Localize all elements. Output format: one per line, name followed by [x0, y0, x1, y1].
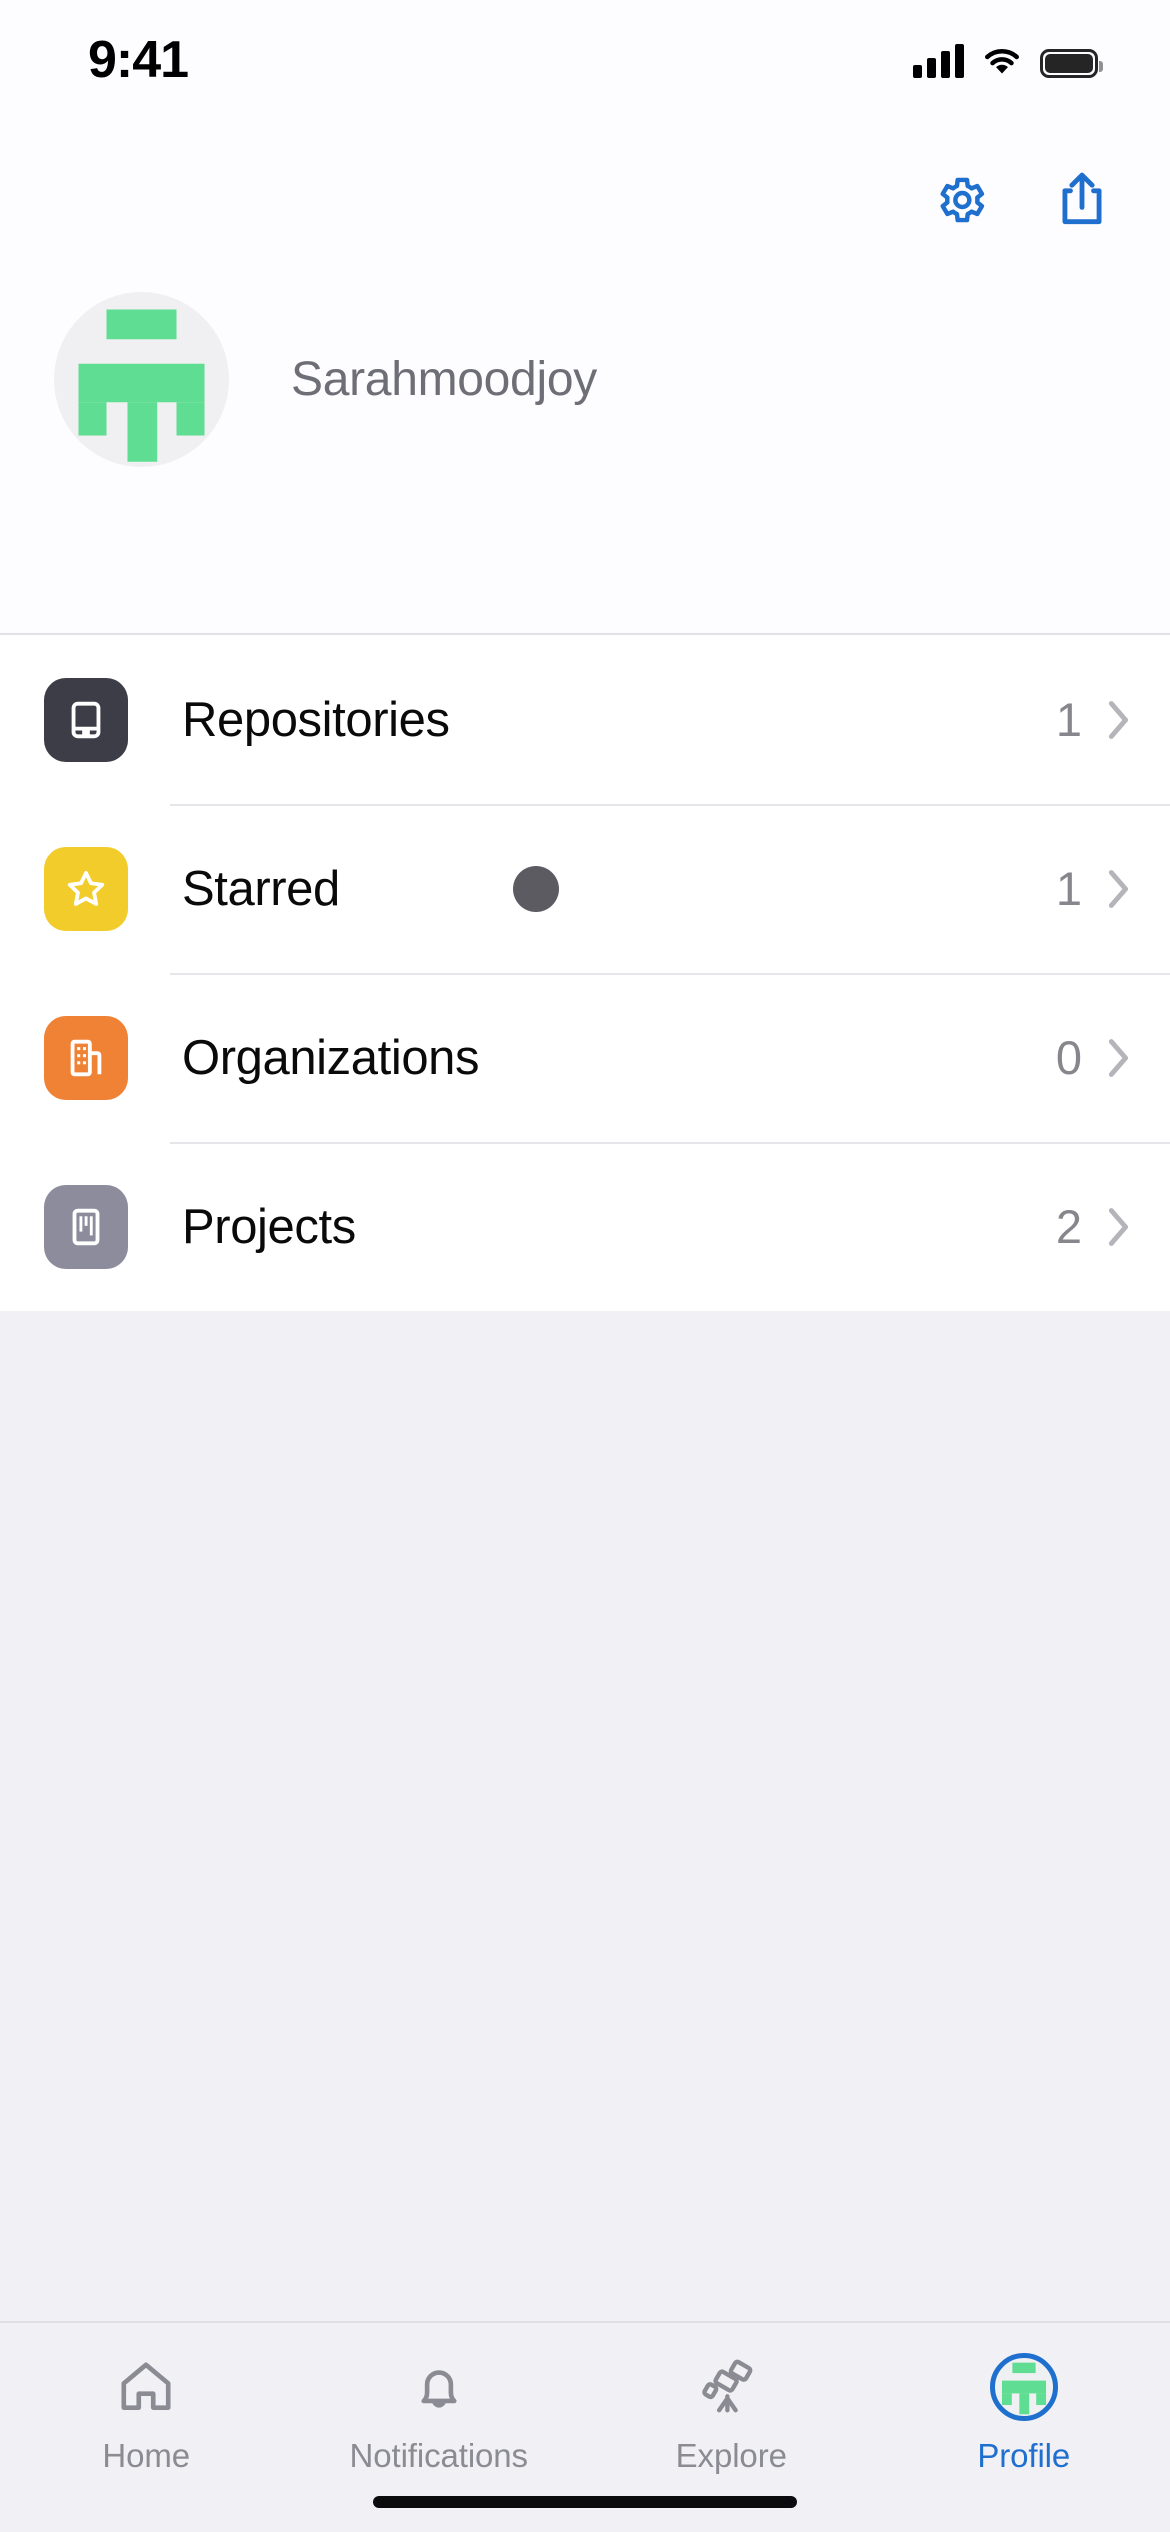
tab-explore[interactable]: Explore: [585, 2351, 878, 2475]
header-actions: [930, 168, 1112, 232]
home-indicator[interactable]: [373, 2496, 797, 2508]
profile-menu-list: Repositories 1 Starred 1 Organizations 0…: [0, 633, 1170, 1313]
list-item-organizations[interactable]: Organizations 0: [0, 973, 1170, 1142]
list-item-label: Repositories: [182, 692, 450, 747]
tab-avatar: [989, 2353, 1058, 2421]
list-item-label: Starred: [182, 861, 340, 916]
status-bar: 9:41: [0, 0, 1170, 140]
chevron-right-icon: [1108, 869, 1129, 908]
share-icon: [1062, 172, 1102, 225]
touch-cursor-indicator: [513, 865, 559, 912]
battery-full-icon: [1040, 49, 1103, 78]
chevron-right-icon: [1108, 700, 1129, 739]
app-screen: 9:41 Sarahmoodjoy Repositories 1 Starred…: [0, 0, 1170, 2532]
avatar[interactable]: [54, 292, 229, 467]
profile-header: Sarahmoodjoy: [0, 140, 1170, 633]
chevron-right-icon: [1108, 1207, 1129, 1246]
chevron-right-icon: [1108, 1038, 1129, 1077]
tab-home[interactable]: Home: [0, 2351, 293, 2475]
tab-label: Notifications: [349, 2437, 529, 2474]
tab-label: Home: [102, 2437, 191, 2474]
share-button[interactable]: [1052, 168, 1112, 232]
list-item-count: 1: [1055, 693, 1082, 746]
username: Sarahmoodjoy: [291, 353, 597, 406]
tab-profile[interactable]: Profile: [878, 2351, 1170, 2475]
list-item-count: 2: [1055, 1200, 1082, 1253]
empty-content-area: [0, 1311, 1170, 2321]
wifi-icon: [985, 49, 1019, 74]
status-bar-indicators: [913, 36, 1103, 78]
user-identicon-avatar: [78, 309, 205, 462]
profile-avatar-icon: [989, 2351, 1058, 2423]
list-item-count: 1: [1055, 862, 1082, 915]
settings-button[interactable]: [930, 168, 990, 232]
home-icon: [114, 2351, 178, 2423]
list-item-label: Organizations: [182, 1030, 480, 1085]
tab-label: Explore: [675, 2437, 787, 2474]
telescope-icon: [697, 2351, 765, 2423]
profile-identity[interactable]: Sarahmoodjoy: [54, 292, 597, 467]
organization-building-icon: [44, 1015, 128, 1100]
cellular-signal-icon: [913, 44, 964, 78]
list-item-label: Projects: [182, 1199, 356, 1254]
list-item-repositories[interactable]: Repositories 1: [0, 635, 1170, 804]
bottom-tab-bar: Home Notifications Explore Profile: [0, 2321, 1170, 2532]
status-bar-time: 9:41: [88, 31, 189, 89]
list-item-count: 0: [1055, 1031, 1082, 1084]
project-board-icon: [44, 1184, 128, 1269]
list-item-projects[interactable]: Projects 2: [0, 1142, 1170, 1311]
tab-label: Profile: [977, 2437, 1071, 2474]
tab-notifications[interactable]: Notifications: [293, 2351, 586, 2475]
list-item-starred[interactable]: Starred 1: [0, 804, 1170, 973]
repo-book-icon: [44, 677, 128, 762]
gear-icon: [940, 177, 985, 223]
star-icon: [44, 846, 128, 931]
bell-icon: [407, 2351, 471, 2423]
